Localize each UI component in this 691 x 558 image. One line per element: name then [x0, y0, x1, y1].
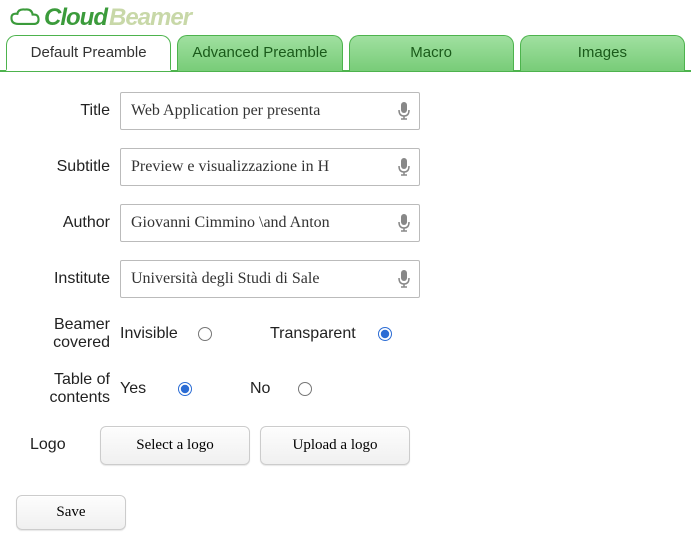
label-author: Author	[30, 214, 120, 232]
mic-icon[interactable]	[396, 269, 412, 289]
label-logo: Logo	[30, 436, 100, 454]
radio-label-no: No	[250, 380, 290, 398]
mic-icon[interactable]	[396, 213, 412, 233]
radio-toc-yes[interactable]	[178, 382, 192, 396]
upload-logo-button[interactable]: Upload a logo	[260, 426, 410, 465]
logo-text-cloud: Cloud	[44, 4, 107, 32]
radio-label-yes: Yes	[120, 380, 170, 398]
radio-transparent[interactable]	[378, 327, 392, 341]
input-author[interactable]	[120, 204, 420, 242]
input-institute[interactable]	[120, 260, 420, 298]
form-default-preamble: Title Subtitle Author Institute Beamer c…	[0, 72, 691, 558]
input-subtitle[interactable]	[120, 148, 420, 186]
label-title: Title	[30, 102, 120, 120]
select-logo-button[interactable]: Select a logo	[100, 426, 250, 465]
tab-bar: Default Preamble Advanced Preamble Macro…	[0, 34, 691, 72]
mic-icon[interactable]	[396, 157, 412, 177]
radio-toc-no[interactable]	[298, 382, 312, 396]
label-beamer-covered: Beamer covered	[30, 316, 120, 353]
label-toc: Table of contents	[30, 371, 120, 408]
mic-icon[interactable]	[396, 101, 412, 121]
radio-label-invisible: Invisible	[120, 325, 190, 343]
app-logo: Cloud Beamer	[0, 0, 691, 34]
label-institute: Institute	[30, 270, 120, 288]
logo-text-beamer: Beamer	[109, 4, 191, 32]
tab-default-preamble[interactable]: Default Preamble	[6, 35, 171, 71]
save-button[interactable]: Save	[16, 495, 126, 530]
input-title[interactable]	[120, 92, 420, 130]
tab-advanced-preamble[interactable]: Advanced Preamble	[177, 35, 342, 71]
tab-macro[interactable]: Macro	[349, 35, 514, 71]
tab-images[interactable]: Images	[520, 35, 685, 71]
radio-invisible[interactable]	[198, 327, 212, 341]
label-subtitle: Subtitle	[30, 158, 120, 176]
cloud-icon	[8, 7, 42, 29]
radio-label-transparent: Transparent	[270, 325, 370, 343]
